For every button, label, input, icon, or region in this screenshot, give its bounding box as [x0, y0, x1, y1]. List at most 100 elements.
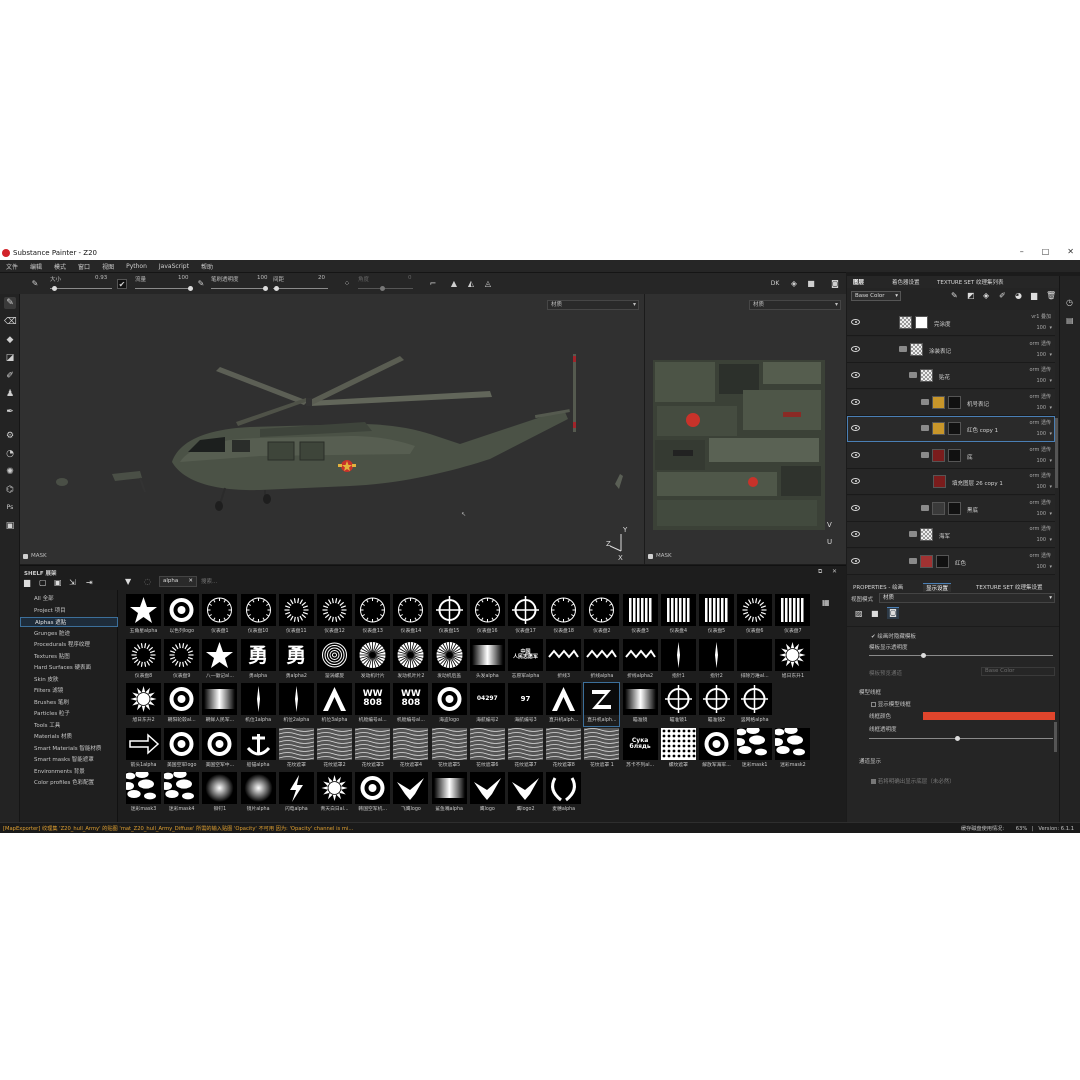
folder-icon[interactable]: [921, 451, 929, 458]
visibility-eye-icon[interactable]: [851, 531, 860, 537]
properties-scrollbar[interactable]: [1054, 722, 1057, 752]
layer-row[interactable]: 涂装表记 orm 透传 100: [847, 336, 1055, 363]
shelf-category-filters[interactable]: Filters 滤镜: [34, 686, 63, 694]
shelf-alpha-tile[interactable]: 旭日东升2: [126, 683, 161, 726]
spacing-value[interactable]: 20: [318, 275, 325, 281]
shelf-alpha-tile[interactable]: 仪表盘4: [660, 594, 696, 637]
screenshot-icon[interactable]: ◙: [830, 279, 840, 289]
shelf-alpha-tile[interactable]: 仪表盘17: [508, 594, 543, 637]
shelf-alpha-tile[interactable]: 机位3alpha: [317, 683, 352, 726]
layer-row[interactable]: 贴花 orm 透传 100: [847, 363, 1055, 389]
visibility-eye-icon[interactable]: [851, 319, 860, 325]
shelf-alpha-tile[interactable]: 勇勇alpha: [240, 638, 276, 682]
folder-icon[interactable]: ▆: [24, 578, 30, 587]
layer-row[interactable]: 海军 orm 透传 100: [847, 522, 1055, 548]
size-slider[interactable]: [50, 288, 112, 289]
shelf-alpha-tile[interactable]: 仪表盘10: [240, 594, 276, 637]
shelf-alpha-tile[interactable]: 花纹遮罩6: [469, 727, 505, 771]
add-folder-icon[interactable]: ▆: [1031, 291, 1037, 300]
shelf-alpha-tile[interactable]: 海盗logo: [431, 683, 467, 726]
layer-blend-mode[interactable]: orm 透传: [1030, 552, 1052, 559]
folder-icon[interactable]: [899, 345, 907, 352]
clone-stamp-icon[interactable]: ♟: [4, 388, 16, 400]
menu-window[interactable]: 窗口: [78, 262, 90, 271]
mask-opacity-slider-knob[interactable]: [921, 653, 926, 658]
shelf-alpha-tile[interactable]: 飞鹰logo: [393, 772, 429, 815]
save-icon[interactable]: ▣: [54, 578, 62, 587]
visibility-eye-icon[interactable]: [851, 557, 860, 564]
shelf-alpha-tile[interactable]: 发动机后盖: [431, 638, 467, 682]
shelf-alpha-tile[interactable]: 头发alpha: [469, 638, 505, 682]
layer-name[interactable]: 贴花: [939, 373, 950, 381]
layer-blend-mode[interactable]: vr1 叠加: [1031, 313, 1051, 320]
shelf-alpha-tile[interactable]: 仪表盘6: [737, 594, 773, 637]
angle-slider-knob[interactable]: [380, 286, 385, 291]
close-button[interactable]: ✕: [1067, 247, 1074, 256]
shelf-alpha-tile[interactable]: 中国 人民志愿军 志愿军alpha: [508, 638, 543, 682]
shelf-alpha-tile[interactable]: 鹰logo2: [508, 772, 543, 815]
shelf-alpha-tile[interactable]: 仪表盘11: [278, 594, 314, 637]
layer-blend-mode[interactable]: orm 透传: [1030, 472, 1052, 479]
mirror-y-icon[interactable]: ◭: [466, 279, 476, 289]
layer-opacity[interactable]: 100: [1036, 537, 1051, 543]
smudge-icon[interactable]: ✐: [4, 370, 16, 382]
layer-blend-mode[interactable]: orm 透传: [1030, 340, 1052, 347]
menu-python[interactable]: Python: [126, 263, 147, 270]
shelf-alpha-tile[interactable]: 迷彩mask3: [126, 772, 161, 815]
shelf-alpha-tile[interactable]: 漩涡螺旋: [317, 638, 352, 682]
angle-value[interactable]: 0: [408, 275, 412, 281]
shelf-alpha-tile[interactable]: 折线alpha: [584, 638, 620, 682]
viewport-settings-icon[interactable]: ◙: [887, 607, 899, 619]
shelf-alpha-tile[interactable]: 迷彩mask1: [737, 727, 773, 771]
shelf-alpha-tile[interactable]: 鹰logo: [469, 772, 505, 815]
channel-dropdown[interactable]: Base Color ▾: [851, 291, 901, 301]
layer-row[interactable]: 完涂度 vr1 叠加 100: [847, 310, 1055, 336]
new-item-icon[interactable]: ▢: [39, 578, 47, 587]
shelf-alpha-tile[interactable]: 97 海航编号3: [508, 683, 543, 726]
shelf-alpha-tile[interactable]: 折线alpha2: [622, 638, 658, 682]
shelf-alpha-tile[interactable]: 花纹遮罩7: [508, 727, 543, 771]
layer-name[interactable]: 涂装表记: [929, 347, 951, 355]
add-layer-icon[interactable]: ◈: [983, 291, 989, 300]
layer-name[interactable]: 黑底: [967, 506, 978, 514]
shelf-alpha-tile[interactable]: 迷彩mask4: [164, 772, 200, 815]
visibility-eye-icon[interactable]: [851, 425, 860, 431]
shelf-alpha-tile[interactable]: WW 808 机舱编号al...: [355, 683, 391, 726]
shelf-alpha-tile[interactable]: 旭日东升1: [775, 638, 811, 682]
menu-mode[interactable]: 模式: [54, 262, 66, 271]
eraser-icon[interactable]: ⌫: [4, 316, 17, 328]
shelf-alpha-tile[interactable]: 美国空军logo: [164, 727, 200, 771]
shelf-category-particles[interactable]: Particles 粒子: [34, 709, 70, 717]
tab-shader-settings[interactable]: 着色器设置: [892, 278, 920, 286]
shelf-alpha-tile[interactable]: 镜片alpha: [240, 772, 276, 815]
shelf-alpha-tile[interactable]: 仪表盘14: [393, 594, 429, 637]
shelf-alpha-tile[interactable]: 闪电alpha: [278, 772, 314, 815]
stroke-opacity-slider-knob[interactable]: [263, 286, 268, 291]
shelf-alpha-tile[interactable]: 仪表盘5: [699, 594, 734, 637]
view-mode-dropdown[interactable]: 材质 ▾: [879, 593, 1055, 603]
shelf-alpha-tile[interactable]: 直升机alph...: [583, 682, 621, 727]
mask-opacity-slider[interactable]: [869, 655, 1053, 656]
layer-name[interactable]: 机号表记: [967, 400, 989, 408]
lazy-mouse-icon[interactable]: ⌐: [428, 279, 438, 289]
visibility-eye-icon[interactable]: [851, 398, 860, 405]
shelf-alpha-tile[interactable]: 指针2: [699, 638, 734, 682]
layer-name[interactable]: 红色 copy 1: [967, 426, 998, 434]
tab-texture-set-settings[interactable]: TEXTURE SET 纹理集设置: [976, 583, 1043, 591]
shelf-alpha-tile[interactable]: 铆钉1: [202, 772, 238, 815]
layers-scrollbar[interactable]: [1055, 418, 1058, 488]
layer-opacity[interactable]: 100: [1036, 325, 1051, 331]
add-effect-icon[interactable]: ✎: [951, 291, 958, 300]
shelf-alpha-tile[interactable]: 仪表盘3: [622, 594, 658, 637]
add-fill-layer-icon[interactable]: ◕: [1015, 291, 1022, 300]
shelf-alpha-tile[interactable]: 仪表盘2: [584, 594, 620, 637]
log-icon[interactable]: ▤: [1066, 316, 1074, 325]
layer-row[interactable]: 机号表记 orm 透传 100: [847, 389, 1055, 416]
stroke-opacity-value[interactable]: 100: [257, 275, 268, 281]
minimize-button[interactable]: –: [1020, 247, 1024, 256]
viewport-2d[interactable]: 材质 V U MASK: [645, 294, 846, 564]
shelf-alpha-tile[interactable]: 青天白日al...: [317, 772, 352, 815]
menu-javascript[interactable]: JavaScript: [159, 263, 189, 270]
shelf-alpha-tile[interactable]: 瞄准镜: [622, 683, 658, 726]
visibility-eye-icon[interactable]: [851, 345, 860, 352]
